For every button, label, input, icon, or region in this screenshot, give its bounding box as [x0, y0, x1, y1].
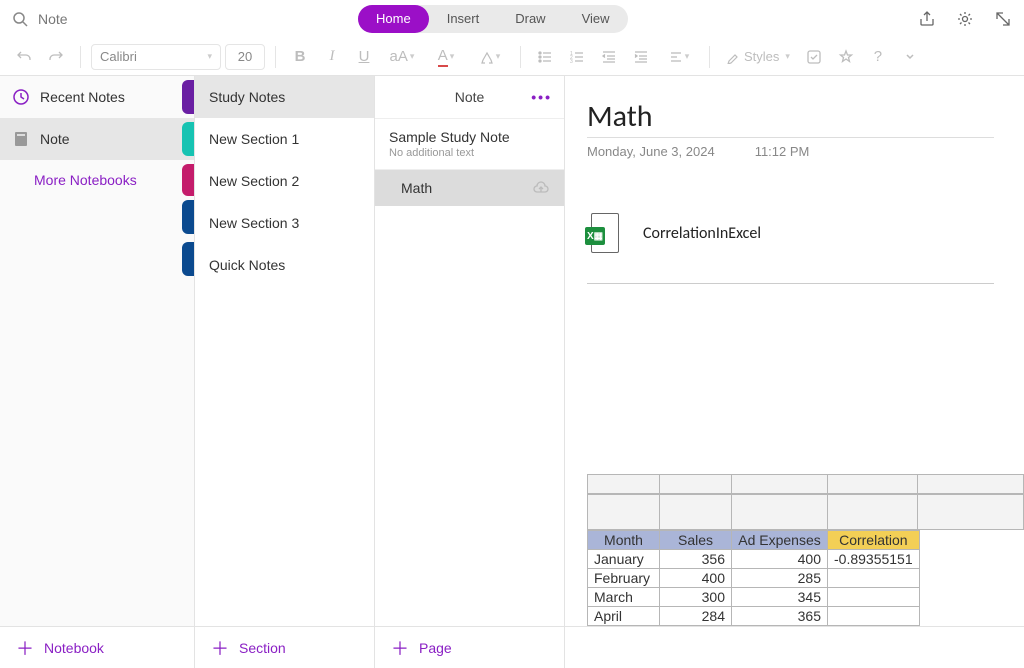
- tab-home[interactable]: Home: [358, 5, 429, 33]
- table-header: Ad Expenses: [732, 531, 828, 550]
- todo-button[interactable]: [800, 43, 828, 71]
- plus-icon: ＋: [211, 635, 229, 661]
- formatting-toolbar: Calibri▾ 20 B I U aA▾ A▾ ▾ 123 ▾ Styles▾…: [0, 38, 1024, 76]
- nav-spacer: [0, 242, 194, 284]
- nav-label: Recent Notes: [40, 89, 125, 105]
- clock-icon: [12, 88, 30, 106]
- section-list: Study Notes New Section 1 New Section 2 …: [195, 76, 375, 626]
- app-title: Note: [38, 11, 68, 27]
- tab-draw[interactable]: Draw: [497, 5, 563, 33]
- font-color-button[interactable]: A▾: [426, 43, 466, 71]
- plus-icon: ＋: [16, 635, 34, 661]
- spreadsheet-table: Month Sales Ad Expenses Correlation Janu…: [587, 530, 920, 626]
- section-color-tab: [182, 122, 194, 156]
- footer-bar: ＋Notebook ＋Section ＋Page: [0, 626, 1024, 668]
- nav-label: Note: [40, 131, 70, 147]
- section-color-tab: [182, 200, 194, 234]
- fullscreen-icon[interactable]: [994, 10, 1012, 28]
- help-button[interactable]: ?: [864, 43, 892, 71]
- bold-button[interactable]: B: [286, 43, 314, 71]
- page-meta: Monday, June 3, 2024 11:12 PM: [587, 144, 1024, 159]
- section-study-notes[interactable]: Study Notes: [195, 76, 374, 118]
- indent-button[interactable]: [627, 43, 655, 71]
- search-icon[interactable]: [12, 11, 28, 27]
- cloud-sync-icon: [532, 181, 550, 195]
- chevron-down-icon: ▾: [207, 51, 212, 62]
- tab-view[interactable]: View: [564, 5, 628, 33]
- undo-button[interactable]: [10, 43, 38, 71]
- section-color-tab: [182, 164, 194, 196]
- table-header: Sales: [660, 531, 732, 550]
- plus-icon: ＋: [391, 635, 409, 661]
- excel-file-icon: X▦: [587, 213, 619, 253]
- page-sample-study-note[interactable]: Sample Study Note No additional text: [375, 118, 564, 169]
- table-row: March 300 345: [588, 588, 920, 607]
- section-color-tab: [182, 80, 194, 114]
- add-section-button[interactable]: ＋Section: [195, 627, 375, 668]
- svg-text:3: 3: [570, 59, 573, 65]
- font-name-select[interactable]: Calibri▾: [91, 44, 221, 70]
- attachment-filename: CorrelationInExcel: [643, 224, 761, 243]
- page-item-title: Sample Study Note: [389, 129, 550, 145]
- font-size-select[interactable]: 20: [225, 44, 265, 70]
- star-button[interactable]: [832, 43, 860, 71]
- section-quick-notes[interactable]: Quick Notes: [195, 244, 374, 286]
- nav-spacer: [0, 200, 194, 242]
- add-page-button[interactable]: ＋Page: [375, 627, 565, 668]
- gear-icon[interactable]: [956, 10, 974, 28]
- styles-button[interactable]: Styles▾: [720, 49, 796, 64]
- page-list: Note ••• Sample Study Note No additional…: [375, 76, 565, 626]
- spreadsheet-preview: Month Sales Ad Expenses Correlation Janu…: [587, 474, 1024, 626]
- notebook-nav: Recent Notes Note More Notebooks: [0, 76, 195, 626]
- add-notebook-button[interactable]: ＋Notebook: [0, 627, 195, 668]
- nav-more-notebooks[interactable]: More Notebooks: [0, 160, 194, 200]
- underline-button[interactable]: U: [350, 43, 378, 71]
- section-new-3[interactable]: New Section 3: [195, 202, 374, 244]
- redo-button[interactable]: [42, 43, 70, 71]
- numbered-list-button[interactable]: 123: [563, 43, 591, 71]
- file-attachment[interactable]: X▦ CorrelationInExcel: [587, 213, 1024, 253]
- page-time: 11:12 PM: [755, 144, 810, 159]
- table-row: April 284 365: [588, 607, 920, 626]
- share-icon[interactable]: [918, 10, 936, 28]
- more-options-icon[interactable]: •••: [531, 89, 552, 105]
- table-header: Correlation: [828, 531, 920, 550]
- page-date: Monday, June 3, 2024: [587, 144, 715, 159]
- page-math[interactable]: Math: [375, 169, 564, 206]
- page-item-subtitle: No additional text: [389, 147, 550, 159]
- nav-note[interactable]: Note: [0, 118, 194, 160]
- page-canvas[interactable]: Math Monday, June 3, 2024 11:12 PM X▦ Co…: [565, 76, 1024, 626]
- section-new-1[interactable]: New Section 1: [195, 118, 374, 160]
- page-item-title: Math: [401, 180, 550, 196]
- nav-recent-notes[interactable]: Recent Notes: [0, 76, 194, 118]
- section-color-tab: [182, 242, 194, 276]
- align-button[interactable]: ▾: [659, 43, 699, 71]
- tab-insert[interactable]: Insert: [429, 5, 498, 33]
- overflow-button[interactable]: [896, 43, 924, 71]
- table-header: Month: [588, 531, 660, 550]
- page-title[interactable]: Math: [587, 98, 994, 138]
- table-row: February 400 285: [588, 569, 920, 588]
- notebook-icon: [12, 130, 30, 148]
- text-case-button[interactable]: aA▾: [382, 43, 422, 71]
- highlight-button[interactable]: ▾: [470, 43, 510, 71]
- bullet-list-button[interactable]: [531, 43, 559, 71]
- ribbon-tabs: Home Insert Draw View: [358, 5, 628, 33]
- divider: [587, 283, 994, 284]
- section-new-2[interactable]: New Section 2: [195, 160, 374, 202]
- table-row: January 356 400 -0.89355151: [588, 550, 920, 569]
- outdent-button[interactable]: [595, 43, 623, 71]
- italic-button[interactable]: I: [318, 43, 346, 71]
- page-list-header: Note •••: [375, 76, 564, 118]
